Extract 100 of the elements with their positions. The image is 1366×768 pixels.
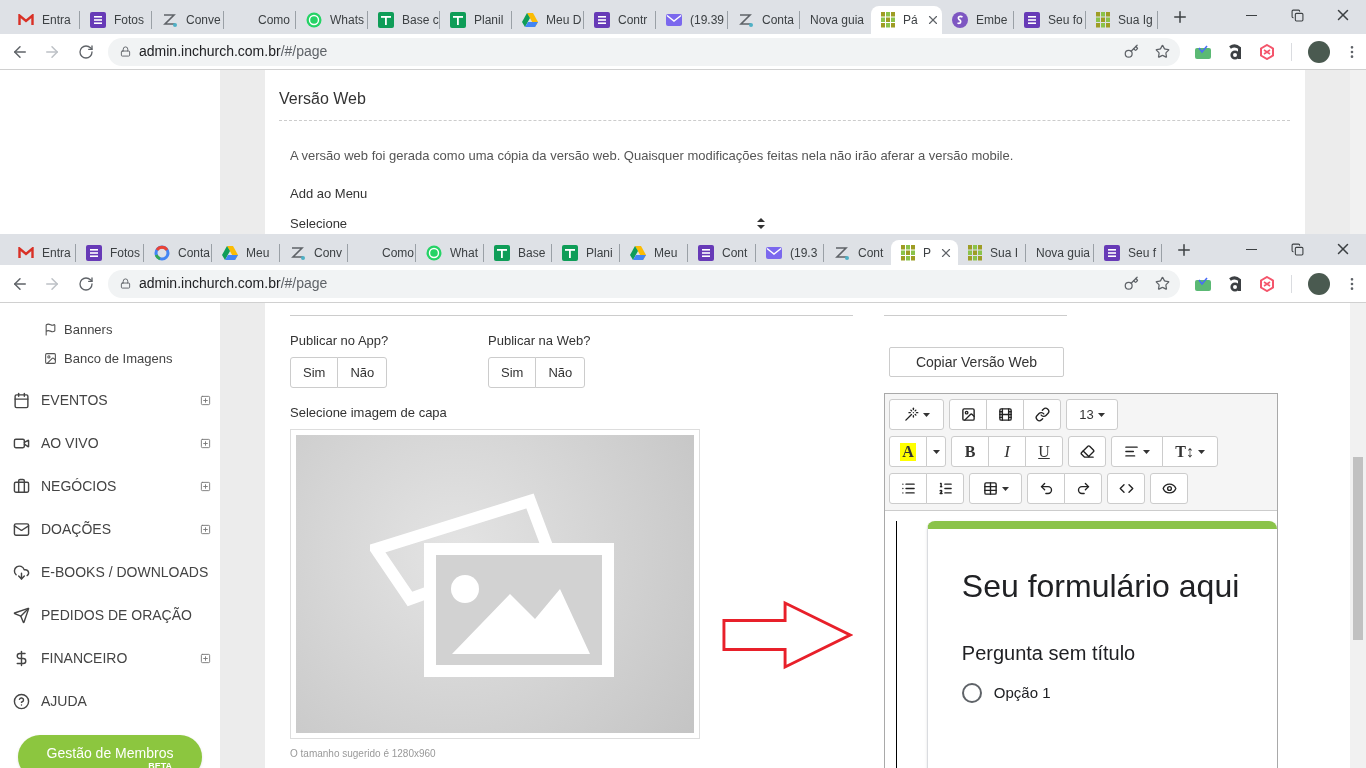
browser-tab[interactable]: (19.3 [756, 240, 823, 265]
toolbar-button[interactable]: A [889, 436, 927, 467]
calendar-icon [13, 392, 30, 409]
expand-icon[interactable] [200, 653, 211, 664]
hexagon-logo-icon[interactable] [1259, 43, 1275, 60]
bookmark-star-icon[interactable] [1155, 44, 1170, 59]
caret-icon [1197, 449, 1205, 454]
browser-tab[interactable]: Meu [212, 240, 279, 265]
reload-icon [78, 43, 94, 60]
link-icon [1034, 407, 1050, 422]
toolbar-button[interactable]: I [988, 436, 1026, 467]
toolbar-button[interactable] [969, 473, 1022, 504]
browser-tab[interactable]: What [416, 240, 483, 265]
browser-tab[interactable]: Contr [584, 6, 655, 34]
scrollbar-thumb[interactable] [1353, 457, 1363, 640]
browser-tab[interactable]: Plani [552, 240, 619, 265]
browser-tab[interactable]: Planil [440, 6, 511, 34]
field-label: Publicar no App? [290, 333, 390, 349]
browser-tab[interactable]: Como [224, 6, 295, 34]
key-icon[interactable] [1124, 44, 1139, 59]
browser-tab[interactable]: Fotos [76, 240, 143, 265]
bookmark-star-icon[interactable] [1155, 276, 1170, 291]
toggle-button[interactable]: Sim [290, 357, 339, 388]
sidebar-item[interactable]: FINANCEIRO [41, 648, 200, 669]
code-icon [1118, 481, 1134, 496]
toolbar-button[interactable] [1150, 473, 1188, 504]
letter-a-logo-icon[interactable] [1227, 275, 1243, 292]
browser-tab[interactable]: Base c [368, 6, 439, 34]
letter-a-logo-icon[interactable] [1227, 43, 1243, 60]
key-icon[interactable] [1124, 276, 1139, 291]
toolbar-button[interactable] [1111, 436, 1163, 467]
radio-button[interactable] [961, 683, 982, 704]
expand-icon[interactable] [200, 438, 211, 449]
sidebar-item[interactable]: PEDIDOS DE ORAÇÃO [41, 605, 211, 626]
browser-tab[interactable]: Cont [688, 240, 755, 265]
toolbar-button[interactable] [1064, 473, 1102, 504]
inbox-icon[interactable] [1195, 44, 1211, 59]
browser-tab[interactable]: Entra [8, 6, 79, 34]
browser-tab[interactable]: Sua Ig [1086, 6, 1157, 34]
browser-tab[interactable]: Conv [280, 240, 347, 265]
sidebar-subitem[interactable]: Banco de Imagens [64, 348, 173, 369]
caret-icon [922, 412, 930, 417]
browser-tab[interactable]: (19.39 [656, 6, 727, 34]
sidebar-item[interactable]: AJUDA [41, 691, 211, 712]
question-title: Pergunta sem título [961, 641, 1137, 666]
sidebar-item[interactable]: E-BOOKS / DOWNLOADS [41, 562, 211, 583]
sidebar-item[interactable]: AO VIVO [41, 433, 200, 454]
toggle-button[interactable]: Não [535, 357, 586, 388]
browser-tab[interactable]: Meu [620, 240, 687, 265]
browser-tab[interactable]: P [891, 240, 958, 265]
browser-tab[interactable]: Conve [152, 6, 223, 34]
browser-tab[interactable]: Meu D [512, 6, 583, 34]
browser-tab[interactable]: Entra [8, 240, 75, 265]
reload-icon [78, 275, 94, 292]
browser-tab[interactable]: Nova guia [800, 6, 871, 34]
toolbar-button[interactable] [1027, 473, 1065, 504]
profile-avatar[interactable] [1308, 40, 1330, 63]
field-label: Selecione imagem de capa [290, 405, 448, 421]
lock-icon [120, 278, 131, 289]
toolbar-button[interactable] [986, 399, 1024, 430]
toolbar-button[interactable]: B [951, 436, 989, 467]
inbox-icon[interactable] [1195, 276, 1211, 291]
browser-tab[interactable]: Base [484, 240, 551, 265]
browser-tab[interactable]: Cont [824, 240, 891, 265]
address-bar[interactable]: admin.inchurch.com.br/#/page [108, 269, 1180, 298]
profile-avatar[interactable] [1308, 272, 1330, 295]
expand-icon[interactable] [200, 481, 211, 492]
toolbar-button[interactable] [949, 399, 987, 430]
toolbar-button[interactable] [1068, 436, 1106, 467]
toggle-button[interactable]: Não [337, 357, 388, 388]
browser-tab[interactable]: Whats [296, 6, 367, 34]
browser-tab[interactable]: Embe [942, 6, 1013, 34]
spreadsheet-icon [494, 244, 510, 261]
toolbar-button[interactable]: U [1025, 436, 1063, 467]
sidebar-item[interactable]: NEGÓCIOS [41, 476, 200, 497]
browser-tab[interactable]: Fotos [80, 6, 151, 34]
grid-icon [968, 244, 982, 261]
sidebar-subitem[interactable]: Banners [64, 319, 113, 340]
browser-tab[interactable]: Conta [728, 6, 799, 34]
browser-tab[interactable]: Como [348, 240, 415, 265]
browser-tab[interactable]: Seu fo [1014, 6, 1085, 34]
browser-tab[interactable]: Seu f [1094, 240, 1161, 265]
toolbar-button[interactable] [889, 473, 927, 504]
toolbar-button[interactable] [1023, 399, 1061, 430]
sidebar-item[interactable]: DOAÇÕES [41, 519, 200, 540]
hexagon-logo-icon[interactable] [1259, 275, 1275, 292]
toolbar-button[interactable]: T↕ [1162, 436, 1218, 467]
expand-icon[interactable] [200, 524, 211, 535]
browser-tab[interactable]: Nova guia [1026, 240, 1093, 265]
toolbar-button[interactable] [1107, 473, 1145, 504]
browser-tab[interactable]: Sua I [958, 240, 1025, 265]
sidebar-item[interactable]: EVENTOS [41, 390, 200, 411]
address-bar[interactable]: admin.inchurch.com.br/#/page [108, 37, 1180, 66]
copy-web-version-button[interactable]: Copiar Versão Web [889, 347, 1064, 377]
browser-tab[interactable]: Pá [871, 6, 942, 34]
expand-icon[interactable] [200, 395, 211, 406]
toolbar-button[interactable] [926, 473, 964, 504]
toolbar-button[interactable]: 13 [1066, 399, 1118, 430]
browser-tab[interactable]: Conta [144, 240, 211, 265]
toggle-button[interactable]: Sim [488, 357, 537, 388]
